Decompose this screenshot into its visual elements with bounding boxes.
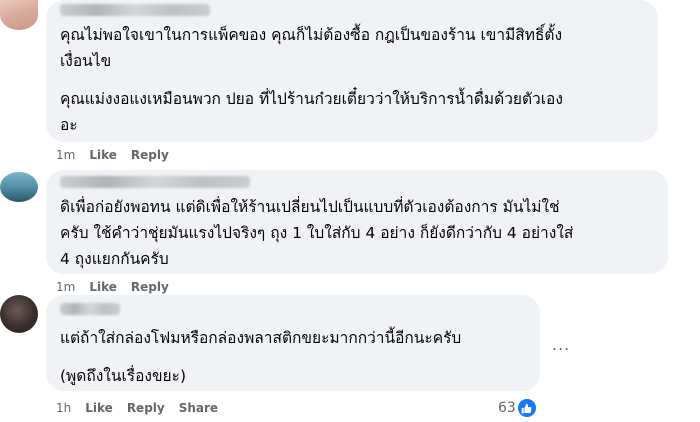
comment-text: คุณแม่งงอแงเหมือนพวก ปยอ ที่ไปร้านก๋วยเต… [60, 90, 563, 134]
avatar[interactable] [0, 0, 38, 30]
reply-button[interactable]: Reply [127, 401, 165, 415]
like-button[interactable]: Like [85, 401, 113, 415]
reaction-summary[interactable]: 63 [498, 399, 536, 417]
share-button[interactable]: Share [179, 401, 218, 415]
like-button[interactable]: Like [89, 280, 117, 294]
comment-bubble: คุณไม่พอใจเขาในการแพ็คของ คุณก็ไม่ต้องซื… [46, 0, 658, 142]
timestamp[interactable]: 1m [56, 280, 75, 294]
comment-bubble: แต่ถ้าใส่กล่องโฟมหรือกล่องพลาสติกขยะมากก… [46, 295, 540, 391]
reply-button[interactable]: Reply [131, 148, 169, 162]
comment-actions: 1m Like Reply [56, 280, 169, 294]
comment-text: ดิเพื่อก่อยังพอทน แต่ดิเพื่อให้ร้านเปลี่… [60, 198, 574, 268]
avatar[interactable] [0, 172, 38, 202]
thumbs-up-icon [517, 399, 536, 417]
comment-bubble: ดิเพื่อก่อยังพอทน แต่ดิเพื่อให้ร้านเปลี่… [46, 170, 668, 274]
timestamp[interactable]: 1m [56, 148, 75, 162]
reply-button[interactable]: Reply [131, 280, 169, 294]
comment-actions: 1h Like Reply Share [56, 401, 218, 415]
timestamp[interactable]: 1h [56, 401, 71, 415]
author-name-redacted[interactable] [60, 176, 250, 188]
more-options-icon[interactable]: ... [552, 335, 570, 354]
reaction-count: 63 [498, 400, 516, 416]
like-button[interactable]: Like [89, 148, 117, 162]
comment-text: คุณไม่พอใจเขาในการแพ็คของ คุณก็ไม่ต้องซื… [60, 26, 563, 70]
comment-text: (พูดถึงในเรื่องขยะ) [60, 367, 186, 385]
avatar[interactable] [0, 295, 38, 333]
comment-actions: 1m Like Reply [56, 148, 169, 162]
comment-text: แต่ถ้าใส่กล่องโฟมหรือกล่องพลาสติกขยะมากก… [60, 329, 462, 347]
author-name-redacted[interactable] [60, 303, 120, 315]
author-name-redacted[interactable] [60, 4, 210, 16]
